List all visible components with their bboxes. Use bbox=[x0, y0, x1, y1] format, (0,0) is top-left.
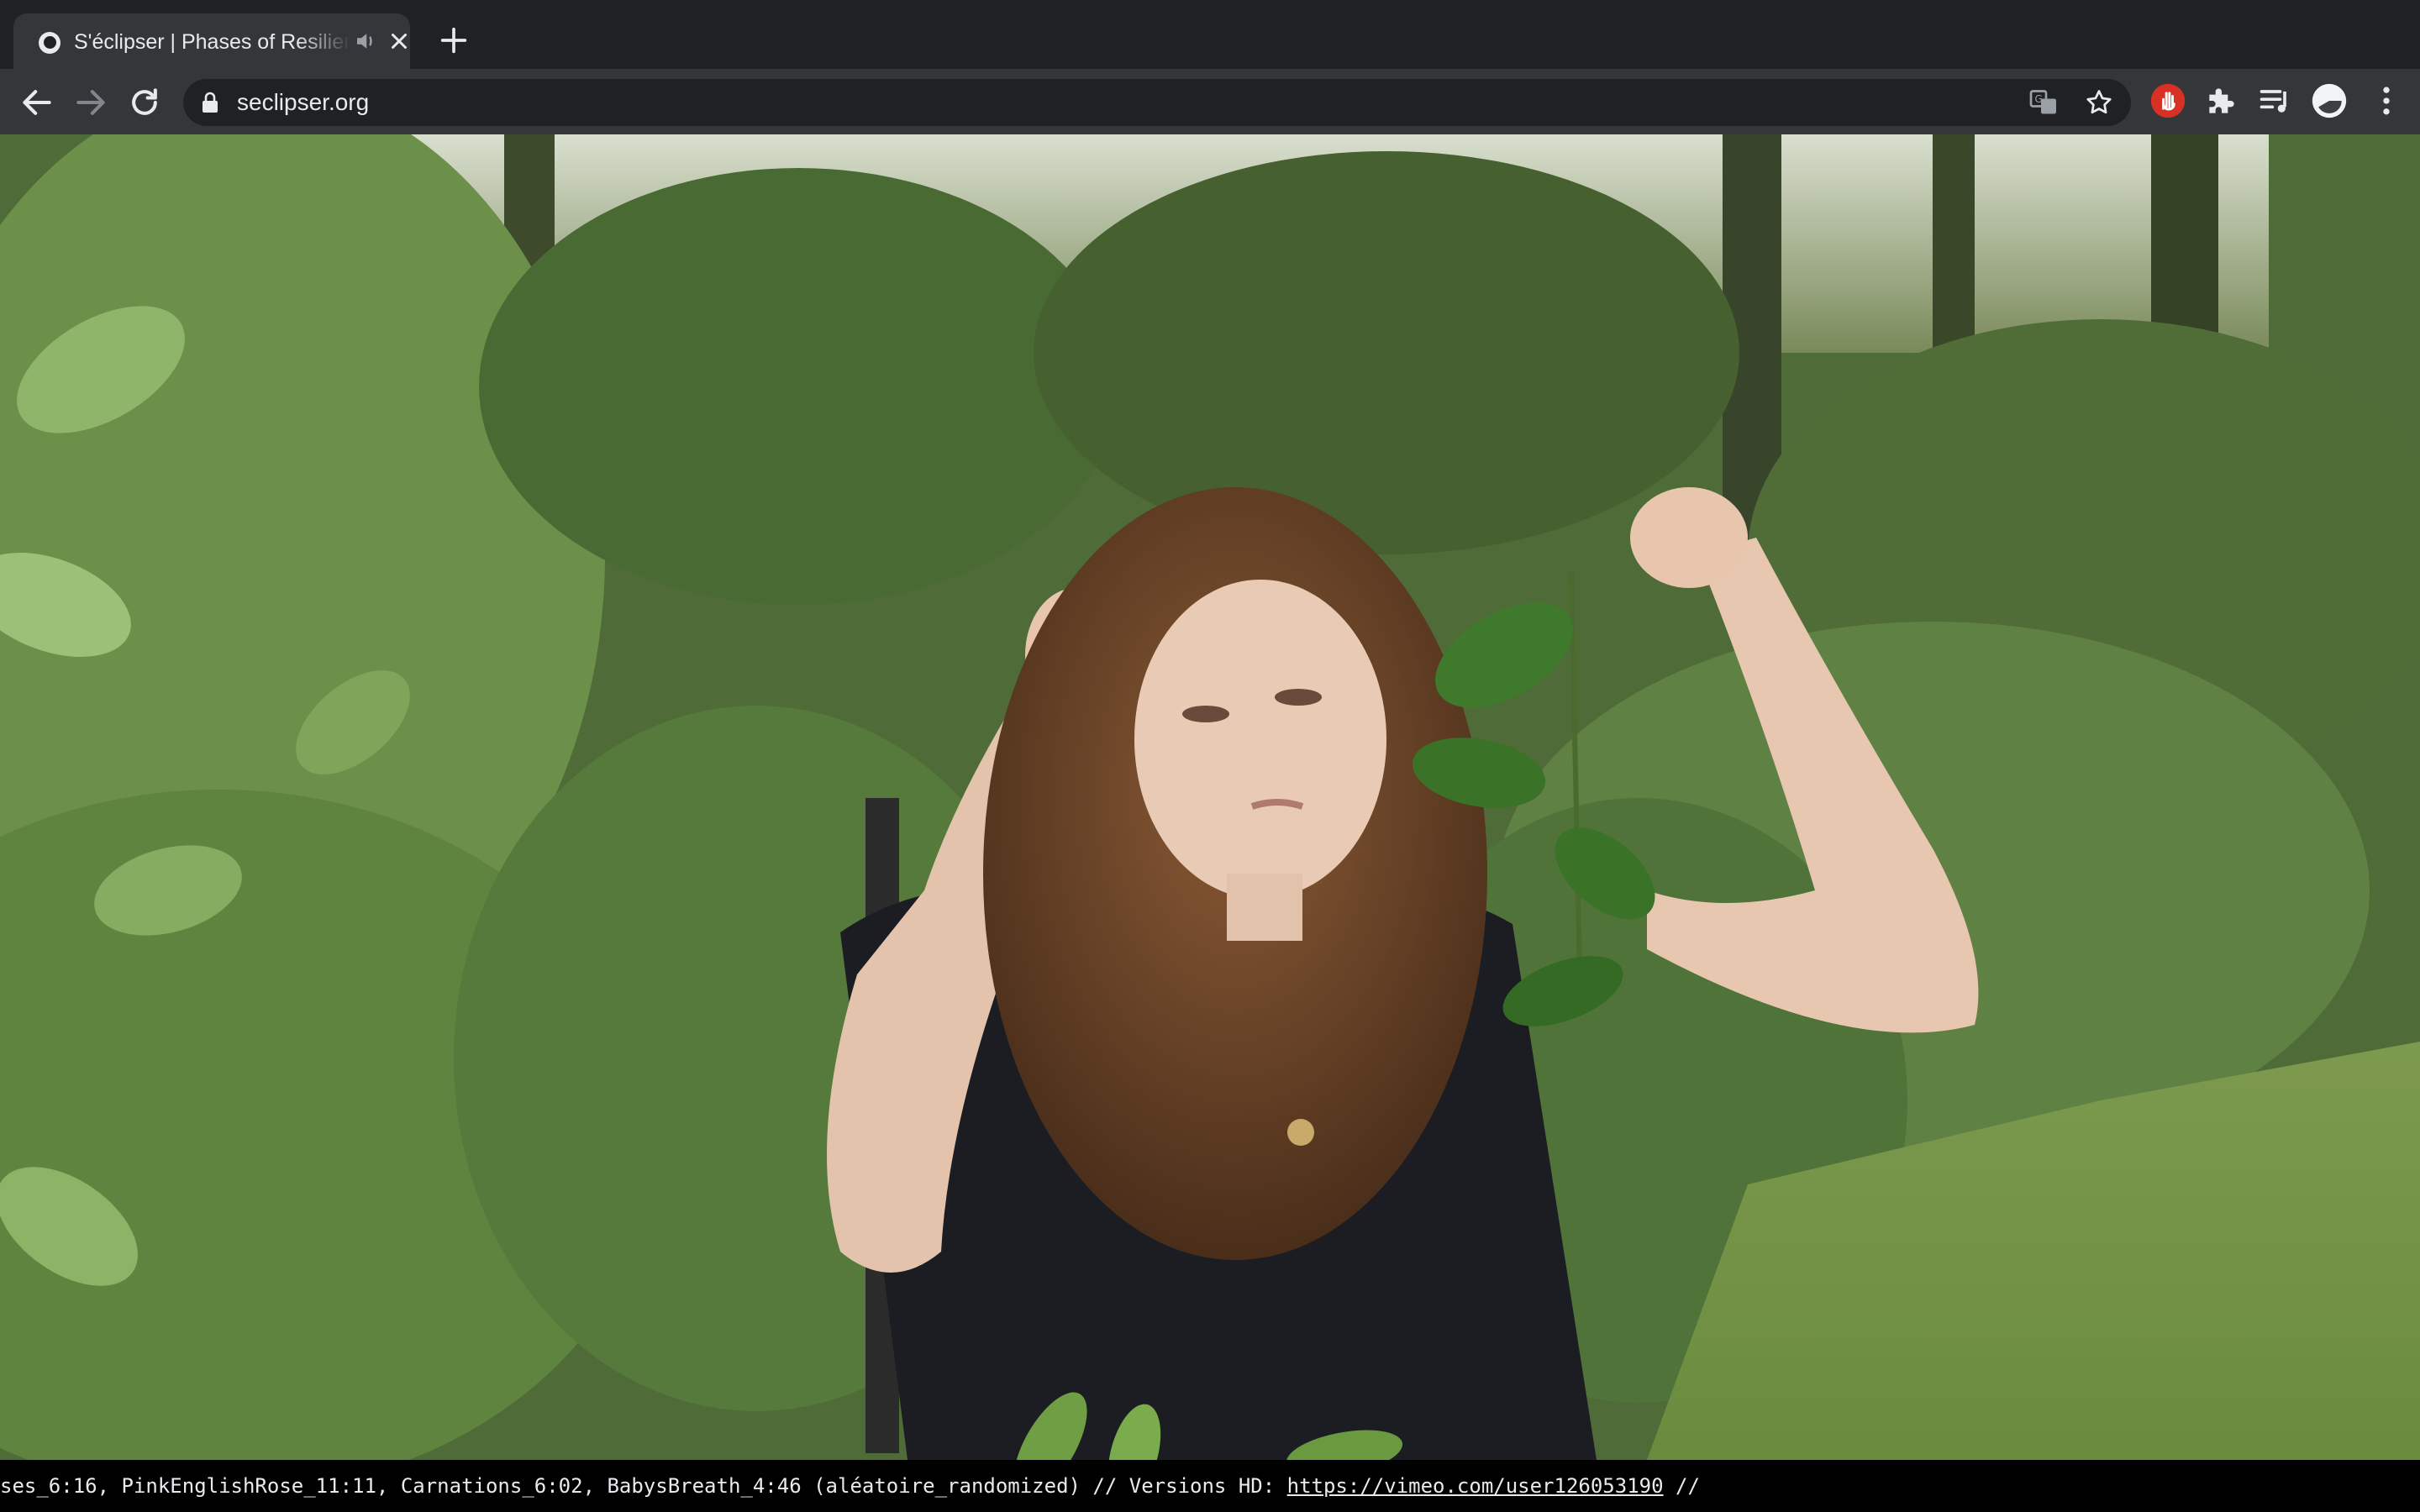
red-hand-icon[interactable] bbox=[2149, 82, 2186, 119]
arrow-right-icon[interactable] bbox=[72, 84, 109, 121]
browser-toolbar: seclipser.org G bbox=[0, 69, 2420, 134]
lock-icon[interactable] bbox=[200, 92, 220, 113]
reload-icon[interactable] bbox=[126, 84, 163, 121]
star-icon[interactable] bbox=[2084, 87, 2114, 118]
translate-icon[interactable]: G bbox=[2028, 87, 2059, 118]
media-queue-icon[interactable] bbox=[2257, 82, 2294, 119]
svg-text:G: G bbox=[2035, 93, 2043, 105]
footer-bar: ses_6:16, PinkEnglishRose_11:11, Carnati… bbox=[0, 1460, 2420, 1512]
page-viewport bbox=[0, 134, 2420, 1460]
tab-strip: S'éclipser | Phases of Resilience bbox=[0, 0, 2420, 69]
close-icon[interactable] bbox=[387, 29, 412, 54]
more-vert-icon[interactable] bbox=[2368, 82, 2405, 119]
video-frame[interactable] bbox=[0, 134, 2420, 1460]
address-bar[interactable]: seclipser.org G bbox=[183, 79, 2131, 126]
speaker-icon[interactable] bbox=[353, 29, 378, 54]
tab-title: S'éclipser | Phases of Resilience bbox=[74, 30, 351, 54]
plus-icon[interactable] bbox=[437, 24, 471, 57]
footer-trailing: // bbox=[1663, 1474, 1700, 1498]
avatar-icon[interactable] bbox=[2311, 82, 2348, 119]
vimeo-link[interactable]: https://vimeo.com/user126053190 bbox=[1287, 1474, 1664, 1498]
puzzle-icon[interactable] bbox=[2203, 82, 2240, 119]
url-text[interactable]: seclipser.org bbox=[237, 89, 369, 116]
browser-tab[interactable]: S'éclipser | Phases of Resilience bbox=[13, 13, 410, 69]
footer-track-list: ses_6:16, PinkEnglishRose_11:11, Carnati… bbox=[0, 1474, 1287, 1498]
site-favicon-icon bbox=[39, 32, 60, 54]
footer-marquee: ses_6:16, PinkEnglishRose_11:11, Carnati… bbox=[0, 1472, 1700, 1500]
arrow-left-icon[interactable] bbox=[18, 84, 55, 121]
